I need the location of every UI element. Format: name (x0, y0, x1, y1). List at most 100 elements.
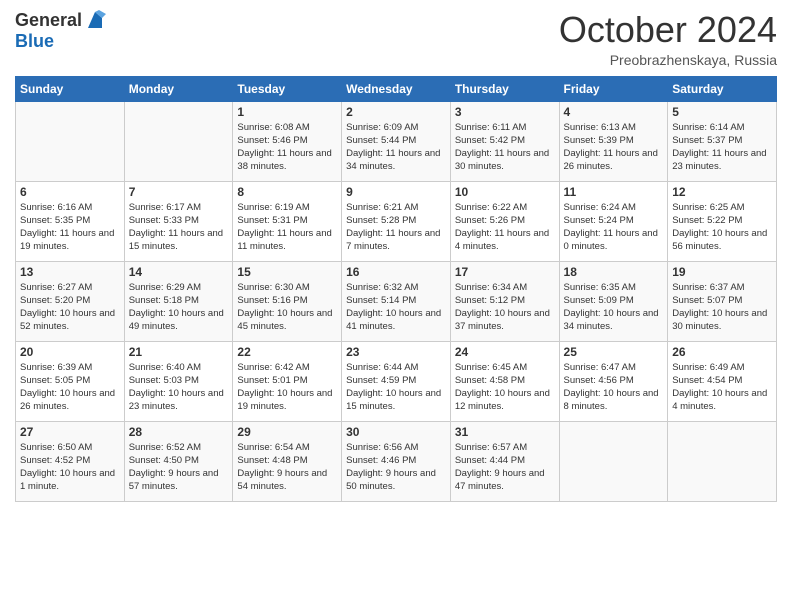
cell-content: Sunrise: 6:49 AMSunset: 4:54 PMDaylight:… (672, 361, 772, 414)
calendar-cell (16, 101, 125, 181)
day-header: Sunday (16, 76, 125, 101)
calendar-cell: 19 Sunrise: 6:37 AMSunset: 5:07 PMDayligh… (668, 261, 777, 341)
cell-content: Sunrise: 6:37 AMSunset: 5:07 PMDaylight:… (672, 281, 772, 334)
calendar-cell: 4Sunrise: 6:13 AMSunset: 5:39 PMDaylight… (559, 101, 668, 181)
calendar-cell: 30Sunrise: 6:56 AMSunset: 4:46 PMDayligh… (342, 421, 451, 501)
calendar-cell: 3 Sunrise: 6:11 AMSunset: 5:42 PMDaylight… (450, 101, 559, 181)
calendar-cell (668, 421, 777, 501)
calendar-cell: 17Sunrise: 6:34 AMSunset: 5:12 PMDayligh… (450, 261, 559, 341)
cell-content: Sunrise: 6:32 AMSunset: 5:14 PMDaylight:… (346, 281, 446, 334)
calendar-week-row: 20 Sunrise: 6:39 AMSunset: 5:05 PMDayligh… (16, 341, 777, 421)
title-block: October 2024 Preobrazhenskaya, Russia (559, 10, 777, 68)
calendar-cell: 22 Sunrise: 6:42 AMSunset: 5:01 PMDayligh… (233, 341, 342, 421)
day-number: 9 (346, 185, 446, 199)
calendar-cell: 15 Sunrise: 6:30 AMSunset: 5:16 PMDayligh… (233, 261, 342, 341)
cell-content: Sunrise: 6:11 AMSunset: 5:42 PMDaylight:… (455, 121, 555, 174)
calendar-cell: 21 Sunrise: 6:40 AMSunset: 5:03 PMDayligh… (124, 341, 233, 421)
calendar-cell: 11 Sunrise: 6:24 AMSunset: 5:24 PMDayligh… (559, 181, 668, 261)
day-header: Saturday (668, 76, 777, 101)
cell-content: Sunrise: 6:30 AMSunset: 5:16 PMDaylight:… (237, 281, 337, 334)
calendar-week-row: 27Sunrise: 6:50 AMSunset: 4:52 PMDayligh… (16, 421, 777, 501)
calendar-cell: 27Sunrise: 6:50 AMSunset: 4:52 PMDayligh… (16, 421, 125, 501)
cell-content: Sunrise: 6:52 AMSunset: 4:50 PMDaylight:… (129, 441, 229, 494)
day-number: 16 (346, 265, 446, 279)
calendar-week-row: 1Sunrise: 6:08 AMSunset: 5:46 PMDaylight… (16, 101, 777, 181)
cell-content: Sunrise: 6:24 AMSunset: 5:24 PMDaylight:… (564, 201, 664, 254)
day-header: Thursday (450, 76, 559, 101)
day-number: 21 (129, 345, 229, 359)
cell-content: Sunrise: 6:42 AMSunset: 5:01 PMDaylight:… (237, 361, 337, 414)
cell-content: Sunrise: 6:57 AMSunset: 4:44 PMDaylight:… (455, 441, 555, 494)
day-number: 15 (237, 265, 337, 279)
calendar-cell: 10 Sunrise: 6:22 AMSunset: 5:26 PMDayligh… (450, 181, 559, 261)
calendar-week-row: 13Sunrise: 6:27 AMSunset: 5:20 PMDayligh… (16, 261, 777, 341)
calendar-cell: 1Sunrise: 6:08 AMSunset: 5:46 PMDaylight… (233, 101, 342, 181)
calendar-cell: 7 Sunrise: 6:17 AMSunset: 5:33 PMDaylight… (124, 181, 233, 261)
calendar-cell: 14Sunrise: 6:29 AMSunset: 5:18 PMDayligh… (124, 261, 233, 341)
day-number: 8 (237, 185, 337, 199)
day-number: 22 (237, 345, 337, 359)
day-number: 10 (455, 185, 555, 199)
calendar-cell: 24 Sunrise: 6:45 AMSunset: 4:58 PMDayligh… (450, 341, 559, 421)
day-header: Friday (559, 76, 668, 101)
calendar-cell: 6 Sunrise: 6:16 AMSunset: 5:35 PMDaylight… (16, 181, 125, 261)
cell-content: Sunrise: 6:27 AMSunset: 5:20 PMDaylight:… (20, 281, 120, 334)
month-title: October 2024 (559, 10, 777, 50)
day-number: 24 (455, 345, 555, 359)
cell-content: Sunrise: 6:25 AMSunset: 5:22 PMDaylight:… (672, 201, 772, 254)
calendar-cell: 20 Sunrise: 6:39 AMSunset: 5:05 PMDayligh… (16, 341, 125, 421)
day-number: 7 (129, 185, 229, 199)
calendar-cell: 12 Sunrise: 6:25 AMSunset: 5:22 PMDayligh… (668, 181, 777, 261)
cell-content: Sunrise: 6:40 AMSunset: 5:03 PMDaylight:… (129, 361, 229, 414)
cell-content: Sunrise: 6:35 AMSunset: 5:09 PMDaylight:… (564, 281, 664, 334)
calendar-cell: 25 Sunrise: 6:47 AMSunset: 4:56 PMDayligh… (559, 341, 668, 421)
calendar-cell: 31 Sunrise: 6:57 AMSunset: 4:44 PMDayligh… (450, 421, 559, 501)
day-number: 12 (672, 185, 772, 199)
cell-content: Sunrise: 6:22 AMSunset: 5:26 PMDaylight:… (455, 201, 555, 254)
calendar-cell: 28 Sunrise: 6:52 AMSunset: 4:50 PMDayligh… (124, 421, 233, 501)
calendar-cell: 9 Sunrise: 6:21 AMSunset: 5:28 PMDaylight… (342, 181, 451, 261)
cell-content: Sunrise: 6:39 AMSunset: 5:05 PMDaylight:… (20, 361, 120, 414)
day-number: 11 (564, 185, 664, 199)
cell-content: Sunrise: 6:56 AMSunset: 4:46 PMDaylight:… (346, 441, 446, 494)
calendar-cell (124, 101, 233, 181)
cell-content: Sunrise: 6:17 AMSunset: 5:33 PMDaylight:… (129, 201, 229, 254)
day-number: 6 (20, 185, 120, 199)
location: Preobrazhenskaya, Russia (559, 52, 777, 68)
calendar-table: SundayMondayTuesdayWednesdayThursdayFrid… (15, 76, 777, 502)
logo-text-blue: Blue (15, 31, 54, 51)
cell-content: Sunrise: 6:08 AMSunset: 5:46 PMDaylight:… (237, 121, 337, 174)
day-number: 26 (672, 345, 772, 359)
calendar-cell: 16 Sunrise: 6:32 AMSunset: 5:14 PMDayligh… (342, 261, 451, 341)
page-header: General Blue October 2024 Preobrazhenska… (15, 10, 777, 68)
cell-content: Sunrise: 6:09 AMSunset: 5:44 PMDaylight:… (346, 121, 446, 174)
calendar-cell: 13Sunrise: 6:27 AMSunset: 5:20 PMDayligh… (16, 261, 125, 341)
day-number: 20 (20, 345, 120, 359)
cell-content: Sunrise: 6:14 AMSunset: 5:37 PMDaylight:… (672, 121, 772, 174)
calendar-cell: 29Sunrise: 6:54 AMSunset: 4:48 PMDayligh… (233, 421, 342, 501)
day-number: 28 (129, 425, 229, 439)
day-header: Wednesday (342, 76, 451, 101)
day-number: 2 (346, 105, 446, 119)
day-number: 23 (346, 345, 446, 359)
calendar-cell: 2 Sunrise: 6:09 AMSunset: 5:44 PMDaylight… (342, 101, 451, 181)
cell-content: Sunrise: 6:50 AMSunset: 4:52 PMDaylight:… (20, 441, 120, 494)
cell-content: Sunrise: 6:47 AMSunset: 4:56 PMDaylight:… (564, 361, 664, 414)
calendar-cell: 8Sunrise: 6:19 AMSunset: 5:31 PMDaylight… (233, 181, 342, 261)
day-number: 14 (129, 265, 229, 279)
day-number: 4 (564, 105, 664, 119)
logo-text-general: General (15, 11, 82, 31)
calendar-cell: 26 Sunrise: 6:49 AMSunset: 4:54 PMDayligh… (668, 341, 777, 421)
cell-content: Sunrise: 6:34 AMSunset: 5:12 PMDaylight:… (455, 281, 555, 334)
cell-content: Sunrise: 6:21 AMSunset: 5:28 PMDaylight:… (346, 201, 446, 254)
cell-content: Sunrise: 6:54 AMSunset: 4:48 PMDaylight:… (237, 441, 337, 494)
cell-content: Sunrise: 6:45 AMSunset: 4:58 PMDaylight:… (455, 361, 555, 414)
day-number: 18 (564, 265, 664, 279)
day-number: 31 (455, 425, 555, 439)
day-number: 25 (564, 345, 664, 359)
day-number: 3 (455, 105, 555, 119)
logo: General Blue (15, 10, 106, 52)
cell-content: Sunrise: 6:16 AMSunset: 5:35 PMDaylight:… (20, 201, 120, 254)
day-header: Monday (124, 76, 233, 101)
day-number: 19 (672, 265, 772, 279)
